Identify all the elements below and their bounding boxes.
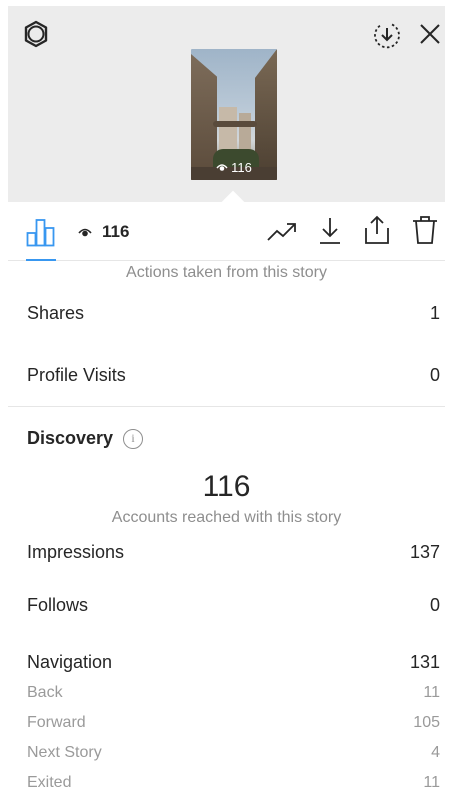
stat-label: Follows <box>27 595 89 615</box>
accounts-reached-label: Accounts reached with this story <box>111 509 342 526</box>
stat-value: 0 <box>429 595 440 615</box>
stat-row-impressions: Impressions 137 <box>27 542 440 563</box>
stat-value: 131 <box>409 652 440 672</box>
stat-row-navigation: Navigation 131 <box>27 652 440 673</box>
save-download-icon[interactable] <box>316 216 344 246</box>
section-divider <box>8 406 445 407</box>
info-icon[interactable]: i <box>123 428 144 449</box>
stat-label: Shares <box>27 303 85 323</box>
viewers-count[interactable]: 116 <box>78 222 129 242</box>
promote-trend-icon[interactable] <box>266 218 298 246</box>
viewers-count-value: 116 <box>102 222 130 241</box>
thumbnail-view-count: 116 <box>191 160 277 175</box>
navigation-detail-back: Back 11 <box>27 684 440 702</box>
navigation-detail-exited: Exited 11 <box>27 774 440 792</box>
detail-label: Next Story <box>27 744 102 761</box>
close-icon[interactable] <box>416 20 444 48</box>
eye-icon <box>78 228 92 236</box>
download-story-icon[interactable] <box>372 20 402 50</box>
story-thumbnail[interactable]: 116 <box>191 49 277 180</box>
stat-label: Profile Visits <box>27 365 126 385</box>
navigation-detail-next-story: Next Story 4 <box>27 744 440 762</box>
detail-label: Exited <box>27 774 72 791</box>
detail-value: 11 <box>423 684 440 701</box>
thumbnail-arch <box>213 121 257 127</box>
stat-label: Impressions <box>27 542 125 562</box>
stat-value: 1 <box>429 303 440 323</box>
eye-icon <box>216 164 228 171</box>
stat-row-shares: Shares 1 <box>27 303 440 324</box>
insights-toolbar: 116 <box>8 202 445 261</box>
detail-value: 11 <box>423 774 440 791</box>
stat-row-follows: Follows 0 <box>27 595 440 616</box>
detail-label: Forward <box>27 714 86 731</box>
stat-row-profile-visits: Profile Visits 0 <box>27 365 440 386</box>
delete-trash-icon[interactable] <box>411 214 439 246</box>
stat-value: 0 <box>429 365 440 385</box>
accounts-reached-value: 116 <box>202 470 251 503</box>
discovery-heading: Discovery i <box>27 428 144 449</box>
story-insights-screen: 116 116 Actions taken from this story Sh… <box>8 6 445 793</box>
story-preview-area: 116 <box>8 6 445 214</box>
stat-value: 137 <box>409 542 440 562</box>
stat-label: Navigation <box>27 652 113 672</box>
active-tab-indicator <box>26 259 56 261</box>
detail-value: 105 <box>413 714 440 731</box>
detail-label: Back <box>27 684 63 701</box>
discovery-title: Discovery <box>27 428 114 448</box>
share-upload-icon[interactable] <box>363 214 391 246</box>
detail-value: 4 <box>431 744 440 761</box>
navigation-detail-forward: Forward 105 <box>27 714 440 732</box>
actions-heading: Actions taken from this story <box>126 264 327 281</box>
insights-bar-chart-icon[interactable] <box>26 217 56 247</box>
thumbnail-view-count-value: 116 <box>231 160 252 175</box>
settings-gear-icon[interactable] <box>22 20 50 48</box>
